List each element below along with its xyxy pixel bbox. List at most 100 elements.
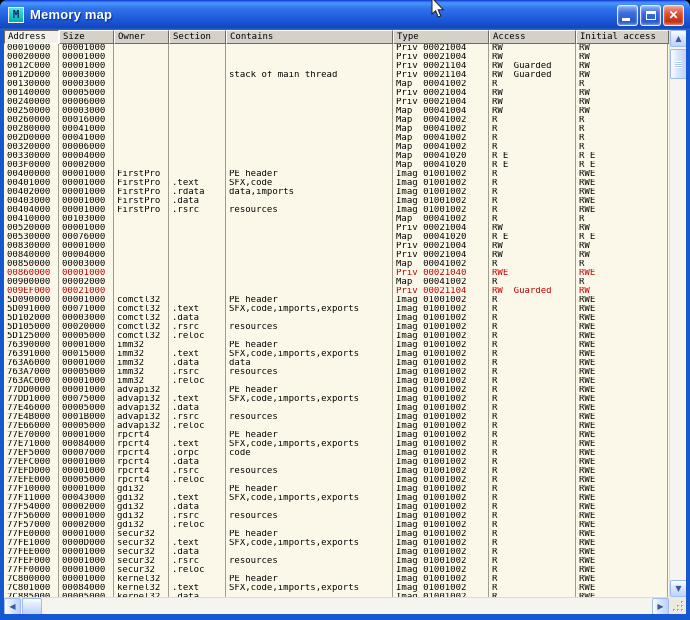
table-row[interactable]: 77DD000000001000advapi32PE headerImag 01… — [4, 386, 669, 395]
table-row[interactable]: 0090000000002000Map 00041002RR — [4, 278, 669, 287]
scroll-up-button[interactable]: ▲ — [670, 30, 686, 47]
column-header-initial-access[interactable]: Initial access — [576, 30, 669, 44]
table-row[interactable]: 0013000000003000Map 00041002RR — [4, 80, 669, 89]
table-row[interactable]: 77F5600000001000gdi32.rsrcresourcesImag … — [4, 512, 669, 521]
column-header-address[interactable]: Address — [4, 30, 59, 44]
table-row[interactable]: 763A600000001000imm32.datadataImag 01001… — [4, 359, 669, 368]
resize-grip[interactable] — [669, 597, 686, 614]
column-header-size[interactable]: Size — [59, 30, 114, 44]
close-icon: ✕ — [664, 8, 683, 23]
table-row[interactable]: 0041000000103000Map 00041002RR — [4, 215, 669, 224]
table-row[interactable]: 0001000000001000Priv 00021004RWRW — [4, 44, 669, 53]
table-row[interactable]: 77EFD00000001000rpcrt4.rsrcresourcesImag… — [4, 467, 669, 476]
cell-section: .rsrc — [169, 512, 226, 521]
cell-type: Imag 01001002 — [393, 431, 489, 440]
column-header-access[interactable]: Access — [489, 30, 576, 44]
table-row[interactable]: 77FE10000000D000secur32.textSFX,code,imp… — [4, 539, 669, 548]
cell-size: 00001000 — [59, 170, 114, 179]
table-row[interactable]: 5D10200000003000comctl32.dataImag 010010… — [4, 314, 669, 323]
table-row[interactable]: 0040000000001000FirstProPE headerImag 01… — [4, 170, 669, 179]
cell-initial-access: RW — [576, 44, 668, 53]
cell-address: 77F56000 — [4, 512, 59, 521]
table-row[interactable]: 77F1000000001000gdi32PE headerImag 01001… — [4, 485, 669, 494]
table-row[interactable]: 0014000000005000Priv 00021004RWRW — [4, 89, 669, 98]
vertical-scroll-thumb[interactable] — [670, 49, 686, 79]
table-row[interactable]: 77E7100000084000rpcrt4.textSFX,code,impo… — [4, 440, 669, 449]
cell-initial-access: RWE — [576, 575, 668, 584]
cell-access: R E — [489, 233, 576, 242]
table-row[interactable]: 0083000000001000Priv 00021004RWRW — [4, 242, 669, 251]
table-row[interactable]: 7639100000015000imm32.textSFX,code,impor… — [4, 350, 669, 359]
vertical-scrollbar[interactable]: ▲ ▼ — [669, 30, 686, 597]
scroll-left-button[interactable]: ◀ — [4, 598, 21, 614]
title-bar[interactable]: M Memory map ✕ — [0, 0, 690, 30]
table-row[interactable]: 5D09000000001000comctl32PE headerImag 01… — [4, 296, 669, 305]
table-row[interactable]: 0040400000001000FirstPro.rsrcresourcesIm… — [4, 206, 669, 215]
table-row[interactable]: 0002000000001000Priv 00021004RWRW — [4, 53, 669, 62]
table-row[interactable]: 5D09100000071000comctl32.textSFX,code,im… — [4, 305, 669, 314]
horizontal-scroll-thumb[interactable] — [22, 598, 42, 614]
table-row[interactable]: 77EFE00000005000rpcrt4.relocImag 0100100… — [4, 476, 669, 485]
cell-type: Imag 01001002 — [393, 584, 489, 593]
table-row[interactable]: 77FEE00000001000secur32.dataImag 0100100… — [4, 548, 669, 557]
table-row[interactable]: 0040100000001000FirstPro.textSFX,codeIma… — [4, 179, 669, 188]
table-row[interactable]: 77EFC00000001000rpcrt4.dataImag 01001002… — [4, 458, 669, 467]
table-row[interactable]: 77FF000000001000secur32.relocImag 010010… — [4, 566, 669, 575]
table-row[interactable]: 0085000000003000Map 00041002RR — [4, 260, 669, 269]
minimize-button[interactable] — [617, 5, 638, 26]
table-row[interactable]: 77FEF00000001000secur32.rsrcresourcesIma… — [4, 557, 669, 566]
table-row[interactable]: 0033000000004000Map 00041020R ER E — [4, 152, 669, 161]
maximize-button[interactable] — [640, 5, 661, 26]
table-row[interactable]: 0024000000006000Priv 00021004RWRW — [4, 98, 669, 107]
table-row[interactable]: 0084000000004000Priv 00021004RWRW — [4, 251, 669, 260]
table-row[interactable]: 77DD100000075000advapi32.textSFX,code,im… — [4, 395, 669, 404]
cell-address: 5D105000 — [4, 323, 59, 332]
table-row[interactable]: 77E6600000005000advapi32.relocImag 01001… — [4, 422, 669, 431]
table-row[interactable]: 0028000000041000Map 00041002RR — [4, 125, 669, 134]
table-row[interactable]: 5D10500000020000comctl32.rsrcresourcesIm… — [4, 323, 669, 332]
window-icon[interactable]: M — [8, 7, 24, 23]
scroll-right-button[interactable]: ▶ — [652, 598, 669, 614]
table-row[interactable]: 77F5400000002000gdi32.dataImag 01001002R… — [4, 503, 669, 512]
table-row[interactable]: 7639000000001000imm32PE headerImag 01001… — [4, 341, 669, 350]
table-row[interactable]: 0052000000001000Priv 00021004RWRW — [4, 224, 669, 233]
table-row[interactable]: 002D000000041000Map 00041002RR — [4, 134, 669, 143]
table-row[interactable]: 77F1100000043000gdi32.textSFX,code,impor… — [4, 494, 669, 503]
scroll-down-button[interactable]: ▼ — [670, 580, 686, 597]
cell-access: RW Guarded — [489, 287, 576, 296]
cell-contains: PE header — [226, 485, 393, 494]
table-row[interactable]: 763A700000005000imm32.rsrcresourcesImag … — [4, 368, 669, 377]
table-row[interactable]: 763AC00000001000imm32.relocImag 01001002… — [4, 377, 669, 386]
cell-type: Imag 01001002 — [393, 548, 489, 557]
table-row[interactable]: 77E7000000001000rpcrt4PE headerImag 0100… — [4, 431, 669, 440]
close-button[interactable]: ✕ — [663, 5, 684, 26]
table-row[interactable]: 009EF00000021000Priv 00021104RW GuardedR… — [4, 287, 669, 296]
table-row[interactable]: 77EF500000007000rpcrt4.orpccodeImag 0100… — [4, 449, 669, 458]
table-row[interactable]: 77FE000000001000secur32PE headerImag 010… — [4, 530, 669, 539]
table-row[interactable]: 0026000000016000Map 00041002RR — [4, 116, 669, 125]
column-header-section[interactable]: Section — [169, 30, 226, 44]
cell-size: 00084000 — [59, 584, 114, 593]
table-row[interactable]: 0012D00000003000stack of main threadPriv… — [4, 71, 669, 80]
table-row[interactable]: 0040300000001000FirstPro.dataImag 010010… — [4, 197, 669, 206]
column-header-owner[interactable]: Owner — [114, 30, 169, 44]
column-header-contains[interactable]: Contains — [226, 30, 393, 44]
table-row[interactable]: 7C80100000084000kernel32.textSFX,code,im… — [4, 584, 669, 593]
table-row[interactable]: 77E4600000005000advapi32.dataImag 010010… — [4, 404, 669, 413]
table-row[interactable]: 0025000000003000Map 00041004RWRW — [4, 107, 669, 116]
horizontal-scrollbar[interactable]: ◀ ▶ — [4, 597, 669, 614]
table-row[interactable]: 0032000000006000Map 00041002RR — [4, 143, 669, 152]
table-row[interactable]: 7C80000000001000kernel32PE headerImag 01… — [4, 575, 669, 584]
cell-address: 77E4B000 — [4, 413, 59, 422]
table-row[interactable]: 5D12500000005000comctl32.relocImag 01001… — [4, 332, 669, 341]
table-row[interactable]: 003F000000002000Map 00041020R ER E — [4, 161, 669, 170]
table-row[interactable]: 0012C00000001000Priv 00021104RW GuardedR… — [4, 62, 669, 71]
table-row[interactable]: 0086000000001000Priv 00021040RWERWE — [4, 269, 669, 278]
table-row[interactable]: 77E4B0000001B000advapi32.rsrcresourcesIm… — [4, 413, 669, 422]
column-header-type[interactable]: Type — [393, 30, 489, 44]
table-row[interactable]: 77F5700000002000gdi32.relocImag 01001002… — [4, 521, 669, 530]
table-row[interactable]: 0053000000076000Map 00041020R ER E — [4, 233, 669, 242]
table-row[interactable]: 0040200000001000FirstPro.rdatadata,impor… — [4, 188, 669, 197]
caption-buttons: ✕ — [617, 5, 684, 26]
cell-address: 76390000 — [4, 341, 59, 350]
